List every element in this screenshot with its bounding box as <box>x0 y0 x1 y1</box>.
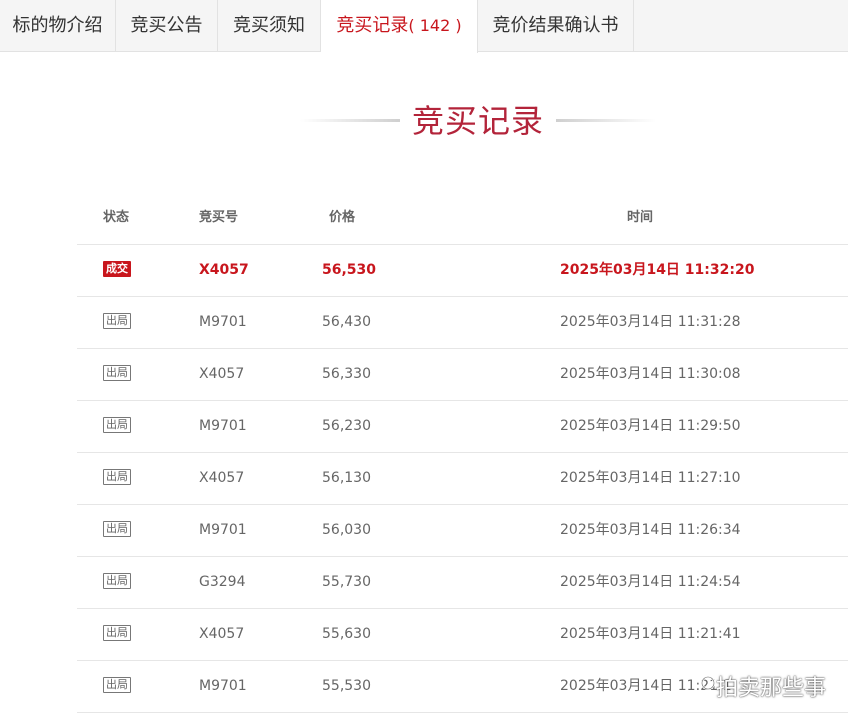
status-badge: 成交 <box>103 261 131 277</box>
table-row: 成交 X4057 56,530 2025年03月14日 11:32:20 <box>77 245 848 297</box>
bid-price: 55,730 <box>322 574 371 590</box>
status-badge: 出局 <box>103 365 131 381</box>
tab-result-confirmation[interactable]: 竞价结果确认书 <box>478 0 634 52</box>
table-row: 出局 X4057 56,330 2025年03月14日 11:30:08 <box>77 349 848 401</box>
header-price: 价格 <box>329 210 356 225</box>
tab-label: 竞买须知 <box>233 15 305 36</box>
bid-time: 2025年03月14日 11:31:28 <box>560 314 741 330</box>
bidder-id: M9701 <box>199 418 247 434</box>
bid-price: 56,530 <box>322 262 377 278</box>
tab-label: 竞价结果确认书 <box>492 15 619 36</box>
table-row: 出局 G3294 55,730 2025年03月14日 11:24:54 <box>77 557 848 609</box>
watermark-text: 拍卖那些事 <box>716 676 827 701</box>
bid-price: 56,230 <box>322 418 371 434</box>
bidder-id: X4057 <box>199 470 245 486</box>
bidder-id: X4057 <box>199 626 245 642</box>
bid-price: 56,030 <box>322 522 371 538</box>
bid-price: 56,330 <box>322 366 371 382</box>
bidder-id: G3294 <box>199 574 246 590</box>
tab-bar: 标的物介绍 竞买公告 竞买须知 竞买记录( 142 ) 竞价结果确认书 <box>0 0 848 53</box>
status-badge: 出局 <box>103 677 131 693</box>
bid-price: 56,130 <box>322 470 371 486</box>
table-header: 状态 竞买号 价格 时间 <box>77 192 848 245</box>
tab-item-intro[interactable]: 标的物介绍 <box>0 0 116 52</box>
bid-price: 56,430 <box>322 314 371 330</box>
tab-label: 竞买公告 <box>130 15 203 36</box>
bid-price: 55,530 <box>322 678 371 694</box>
table-row: 出局 X4057 55,630 2025年03月14日 11:21:41 <box>77 609 848 661</box>
bidder-id: M9701 <box>199 678 247 694</box>
bid-price: 55,630 <box>322 626 371 642</box>
section-title: 竞买记录 <box>411 102 544 140</box>
bid-time: 2025年03月14日 11:32:20 <box>560 262 755 278</box>
bidder-id: M9701 <box>199 314 247 330</box>
header-status: 状态 <box>103 210 130 225</box>
bidder-id: X4057 <box>199 366 245 382</box>
bid-time: 2025年03月14日 11:30:08 <box>560 366 741 382</box>
status-badge: 出局 <box>103 469 131 485</box>
tab-notice[interactable]: 竞买须知 <box>218 0 321 52</box>
section-heading: 竞买记录 <box>0 92 848 148</box>
heading-divider-right <box>556 119 656 122</box>
bid-time: 2025年03月14日 11:24:54 <box>560 574 741 590</box>
status-badge: 出局 <box>103 313 131 329</box>
tab-label: 标的物介绍 <box>12 15 103 36</box>
table-row: 出局 M9701 56,430 2025年03月14日 11:31:28 <box>77 297 848 349</box>
status-badge: 出局 <box>103 625 131 641</box>
tab-count: ( 142 ) <box>408 16 462 35</box>
table-row: 出局 M9701 56,030 2025年03月14日 11:26:34 <box>77 505 848 557</box>
header-time: 时间 <box>627 210 654 225</box>
bid-time: 2025年03月14日 11:27:10 <box>560 470 741 486</box>
bid-time: 2025年03月14日 11:29:50 <box>560 418 741 434</box>
bid-records-table: 状态 竞买号 价格 时间 成交 X4057 56,530 2025年03月14日… <box>77 192 848 713</box>
bid-time: 2025年03月14日 11:21:41 <box>560 626 741 642</box>
tab-label: 竞买记录 <box>336 15 409 36</box>
bid-time: 2025年03月14日 11:26:34 <box>560 522 741 538</box>
table-row: 出局 M9701 56,230 2025年03月14日 11:29:50 <box>77 401 848 453</box>
status-badge: 出局 <box>103 521 131 537</box>
bidder-id: X4057 <box>199 262 249 278</box>
status-badge: 出局 <box>103 573 131 589</box>
bidder-id: M9701 <box>199 522 247 538</box>
table-row: 出局 X4057 56,130 2025年03月14日 11:27:10 <box>77 453 848 505</box>
watermark-logo-icon <box>701 676 715 690</box>
tab-announcement[interactable]: 竞买公告 <box>116 0 218 52</box>
status-badge: 出局 <box>103 417 131 433</box>
header-bidder: 竞买号 <box>199 210 239 225</box>
tab-bid-records[interactable]: 竞买记录( 142 ) <box>321 0 478 53</box>
heading-divider-left <box>300 119 400 122</box>
